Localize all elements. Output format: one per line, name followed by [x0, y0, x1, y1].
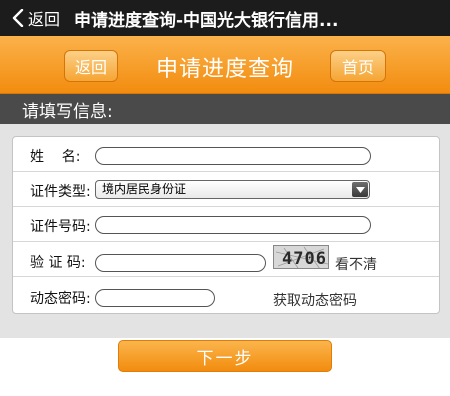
form-row-id-type: 证件类型: 境内居民身份证	[13, 172, 439, 207]
id-number-input[interactable]	[95, 216, 371, 234]
section-header: 请填写信息:	[0, 94, 450, 124]
form-row-captcha: 验 证 码: 4706 看不清	[13, 242, 439, 277]
info-form: 姓 名: 证件类型: 境内居民身份证 证件号码: 验 证 码: 4706 看不清…	[12, 136, 440, 314]
id-number-label: 证件号码:	[30, 219, 91, 235]
titlebar-back-label: 返回	[28, 10, 61, 29]
id-type-selected: 境内居民身份证	[102, 182, 187, 196]
page-header: 返回 申请进度查询 首页	[0, 36, 450, 94]
captcha-image[interactable]: 4706	[273, 245, 329, 269]
captcha-code: 4706	[282, 249, 327, 269]
next-step-button[interactable]: 下一步	[118, 340, 332, 372]
captcha-graphic: 4706	[274, 246, 328, 269]
captcha-refresh-link[interactable]: 看不清	[335, 254, 377, 274]
chevron-left-icon	[12, 9, 24, 27]
form-row-dynamic-password: 动态密码: 获取动态密码	[13, 277, 439, 314]
dynamic-password-label: 动态密码:	[30, 291, 91, 307]
section-title: 请填写信息:	[22, 101, 113, 122]
captcha-input[interactable]	[95, 254, 266, 272]
dropdown-arrow	[352, 182, 368, 197]
home-button[interactable]: 首页	[330, 50, 386, 82]
titlebar-back-button[interactable]: 返回	[0, 0, 74, 36]
name-input[interactable]	[95, 147, 371, 165]
app-title-bar: 返回 申请进度查询-中国光大银行信用...	[0, 0, 450, 36]
captcha-label: 验 证 码:	[30, 255, 86, 271]
name-label: 姓 名:	[30, 149, 81, 165]
triangle-down-icon	[355, 186, 365, 193]
window-title: 申请进度查询-中国光大银行信用...	[74, 10, 339, 31]
id-type-select[interactable]: 境内居民身份证	[95, 180, 370, 199]
dynamic-password-input[interactable]	[95, 289, 215, 307]
id-type-label: 证件类型:	[30, 184, 91, 200]
form-row-id-number: 证件号码:	[13, 207, 439, 242]
form-row-name: 姓 名:	[13, 137, 439, 172]
get-dynamic-password-link[interactable]: 获取动态密码	[273, 290, 357, 310]
